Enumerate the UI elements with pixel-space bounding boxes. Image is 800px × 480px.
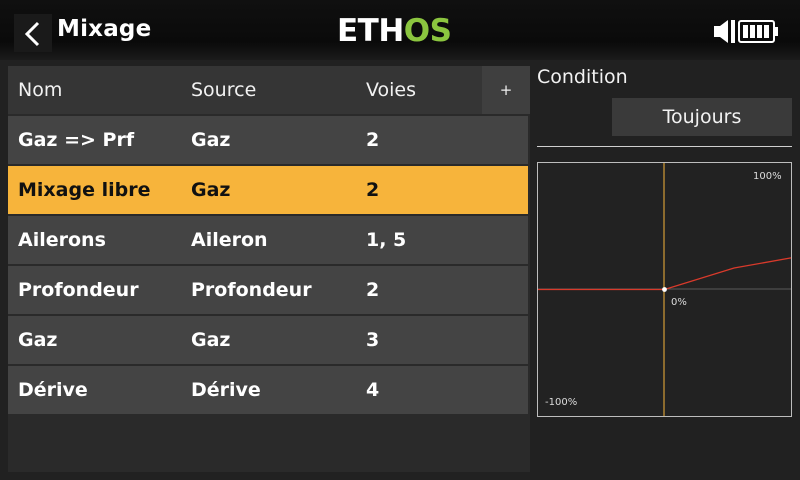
row-name: Profondeur bbox=[18, 279, 139, 301]
graph-label-bottom: -100% bbox=[545, 397, 577, 408]
row-source: Gaz bbox=[191, 179, 231, 201]
table-row[interactable]: Profondeur Profondeur 2 bbox=[8, 266, 528, 314]
top-bar: Mixage ETHOS bbox=[0, 0, 800, 60]
back-button[interactable] bbox=[14, 14, 52, 52]
row-name: Gaz => Prf bbox=[18, 129, 135, 151]
row-source: Dérive bbox=[191, 379, 261, 401]
table-row[interactable]: Ailerons Aileron 1, 5 bbox=[8, 216, 528, 264]
row-name: Dérive bbox=[18, 379, 88, 401]
battery-icon bbox=[738, 20, 778, 43]
row-name: Ailerons bbox=[18, 229, 106, 251]
table-row-selected[interactable]: Mixage libre Gaz 2 bbox=[8, 166, 528, 214]
speaker-icon bbox=[714, 20, 735, 43]
row-channels: 4 bbox=[366, 379, 380, 401]
ethos-logo: ETHOS bbox=[337, 13, 452, 49]
column-header-channels: Voies bbox=[366, 79, 417, 101]
chevron-left-icon bbox=[24, 21, 40, 47]
row-name: Mixage libre bbox=[18, 179, 151, 201]
divider bbox=[537, 146, 792, 147]
add-mix-button[interactable]: + bbox=[482, 66, 530, 114]
table-row[interactable]: Gaz => Prf Gaz 2 bbox=[8, 116, 528, 164]
row-source: Profondeur bbox=[191, 279, 312, 301]
row-source: Aileron bbox=[191, 229, 268, 251]
condition-label: Condition bbox=[537, 66, 628, 88]
row-channels: 3 bbox=[366, 329, 380, 351]
graph-label-top: 100% bbox=[753, 171, 782, 182]
condition-select[interactable]: Toujours bbox=[612, 98, 792, 136]
mix-curve-graph: 100% 0% -100% bbox=[537, 162, 792, 417]
row-source: Gaz bbox=[191, 329, 231, 351]
row-channels: 2 bbox=[366, 179, 380, 201]
row-channels: 1, 5 bbox=[366, 229, 407, 251]
column-header-source: Source bbox=[191, 79, 257, 101]
graph-label-center: 0% bbox=[671, 297, 687, 308]
row-source: Gaz bbox=[191, 129, 231, 151]
table-row[interactable]: Gaz Gaz 3 bbox=[8, 316, 528, 364]
row-channels: 2 bbox=[366, 129, 380, 151]
table-header: Nom Source Voies + bbox=[8, 66, 530, 114]
table-row[interactable]: Dérive Dérive 4 bbox=[8, 366, 528, 414]
row-name: Gaz bbox=[18, 329, 58, 351]
logo-text-eth: ETH bbox=[337, 13, 404, 49]
mix-table: Nom Source Voies + Gaz => Prf Gaz 2 Mixa… bbox=[8, 66, 530, 472]
status-icons bbox=[714, 20, 778, 43]
row-channels: 2 bbox=[366, 279, 380, 301]
logo-text-os: OS bbox=[403, 13, 452, 49]
column-header-name: Nom bbox=[18, 79, 63, 101]
page-title: Mixage bbox=[57, 16, 152, 42]
curve-point bbox=[662, 287, 667, 292]
